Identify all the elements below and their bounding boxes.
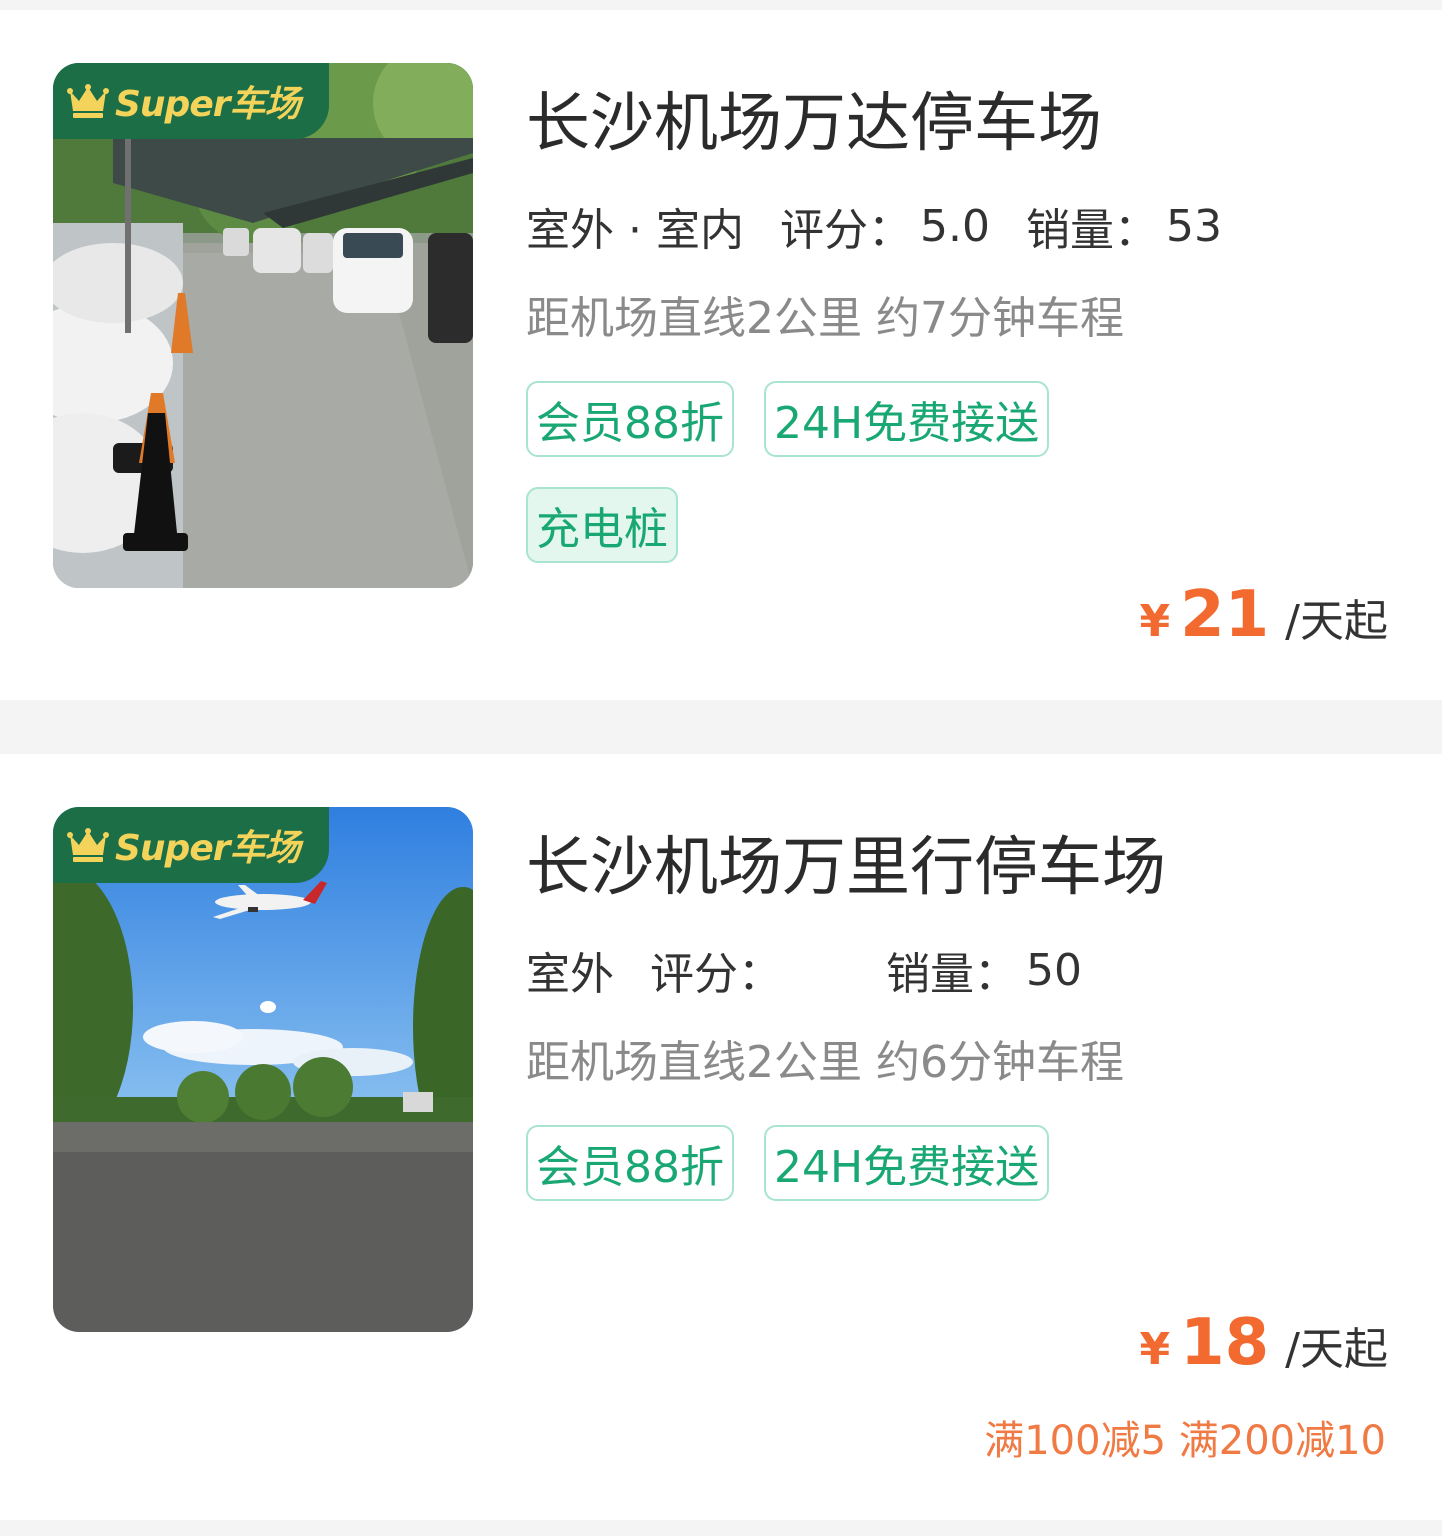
lot-name[interactable]: 长沙机场万达停车场 bbox=[526, 72, 1102, 164]
lot-meta: 室外 评分： 销量： 50 bbox=[524, 938, 1082, 1002]
sales-value: 50 bbox=[1026, 944, 1082, 996]
currency-symbol: ¥ bbox=[1139, 1324, 1171, 1375]
sales-label: 销量： bbox=[886, 949, 1018, 1000]
parking-lot-photo[interactable]: Super车场 bbox=[53, 807, 473, 1332]
promo-discount: 满100减5 满200减10 bbox=[984, 1418, 1386, 1464]
parking-lot-card[interactable]: Super车场 长沙机场万达停车场 室外 · 室内 评分： 5.0 销量： 53… bbox=[0, 10, 1442, 700]
parking-lot-photo[interactable]: Super车场 bbox=[53, 63, 473, 588]
rating-label: 评分： bbox=[650, 949, 782, 1000]
price: ¥ 21 /天起 bbox=[1139, 578, 1388, 652]
tag-free-shuttle: 24H免费接送 bbox=[764, 1125, 1050, 1201]
super-lot-badge: Super车场 bbox=[53, 63, 329, 139]
distance-info: 距机场直线2公里 约7分钟车程 bbox=[526, 293, 1124, 344]
price-amount: 21 bbox=[1180, 578, 1270, 652]
crown-icon bbox=[67, 828, 109, 862]
crown-icon bbox=[67, 84, 109, 118]
distance-info: 距机场直线2公里 约6分钟车程 bbox=[526, 1037, 1124, 1088]
open-air-parking-image bbox=[53, 807, 473, 1332]
feature-tags: 会员88折 24H免费接送 bbox=[526, 1125, 1086, 1201]
rating-label: 评分： bbox=[779, 205, 912, 256]
price-unit: /天起 bbox=[1285, 596, 1388, 647]
lot-name[interactable]: 长沙机场万里行停车场 bbox=[526, 816, 1166, 908]
covered-parking-image bbox=[53, 63, 473, 588]
tag-member-discount: 会员88折 bbox=[526, 1125, 734, 1201]
lot-type: 室外 bbox=[524, 938, 616, 1002]
price-unit: /天起 bbox=[1285, 1324, 1388, 1375]
tag-member-discount: 会员88折 bbox=[526, 381, 734, 457]
parking-lot-card[interactable]: Super车场 长沙机场万里行停车场 室外 评分： 销量： 50 距机场直线2公… bbox=[0, 754, 1442, 1520]
tag-free-shuttle: 24H免费接送 bbox=[764, 381, 1050, 457]
lot-type: 室外 · 室内 bbox=[524, 194, 746, 258]
badge-label: Super车场 bbox=[115, 828, 300, 869]
super-lot-badge: Super车场 bbox=[53, 807, 329, 883]
sales-value: 53 bbox=[1165, 200, 1222, 252]
badge-label: Super车场 bbox=[115, 84, 300, 125]
rating-value: 5.0 bbox=[919, 200, 990, 252]
tag-charging-pile: 充电桩 bbox=[526, 487, 678, 563]
lot-meta: 室外 · 室内 评分： 5.0 销量： 53 bbox=[524, 194, 1222, 258]
currency-symbol: ¥ bbox=[1139, 596, 1171, 647]
price: ¥ 18 /天起 bbox=[1139, 1306, 1388, 1380]
sales-label: 销量： bbox=[1025, 205, 1158, 256]
feature-tags: 会员88折 24H免费接送 充电桩 bbox=[526, 381, 1086, 563]
price-amount: 18 bbox=[1180, 1306, 1270, 1380]
